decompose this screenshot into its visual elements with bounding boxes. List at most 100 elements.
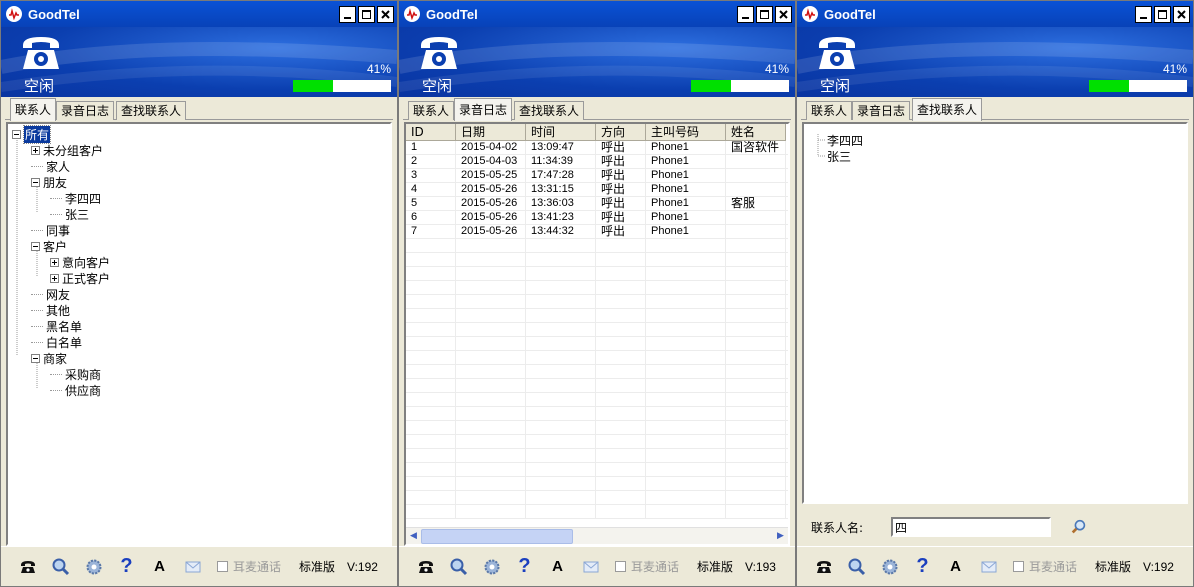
- dial-phone-icon[interactable]: [409, 555, 442, 579]
- table-row[interactable]: 3 2015-05-25 17:47:28 呼出 Phone1: [406, 169, 788, 183]
- expand-toggle-icon[interactable]: [50, 257, 59, 267]
- tree-node-label[interactable]: 商家: [43, 350, 67, 367]
- search-button-icon[interactable]: [1069, 517, 1089, 537]
- tree-node-label[interactable]: 李四四: [65, 190, 101, 207]
- tab-contacts[interactable]: 联系人: [10, 98, 57, 121]
- tree-node-label[interactable]: 供应商: [65, 382, 101, 399]
- column-header[interactable]: 时间: [526, 124, 596, 140]
- settings-gear-icon[interactable]: [873, 555, 906, 579]
- scrollbar-thumb[interactable]: [421, 529, 573, 544]
- tree-node[interactable]: 意向客户: [50, 254, 110, 270]
- column-header[interactable]: 姓名: [726, 124, 786, 140]
- tree-node[interactable]: 正式客户: [50, 270, 110, 286]
- collapse-toggle-icon[interactable]: [31, 177, 40, 187]
- tree-node[interactable]: 采购商: [50, 366, 101, 382]
- minimize-button[interactable]: [339, 5, 356, 23]
- table-row[interactable]: 2 2015-04-03 11:34:39 呼出 Phone1: [406, 155, 788, 169]
- font-icon[interactable]: A: [143, 555, 176, 579]
- tree-node[interactable]: 商家: [31, 350, 67, 366]
- search-result-item[interactable]: 张三: [827, 148, 851, 164]
- settings-gear-icon[interactable]: [475, 555, 508, 579]
- tab-find-contact[interactable]: 查找联系人: [116, 101, 187, 120]
- checkbox-box[interactable]: [217, 561, 228, 572]
- headset-call-checkbox[interactable]: 耳麦通话: [615, 558, 679, 575]
- font-icon[interactable]: A: [939, 555, 972, 579]
- scroll-right-icon[interactable]: ▶: [774, 530, 787, 543]
- table-row[interactable]: 7 2015-05-26 13:44:32 呼出 Phone1: [406, 225, 788, 239]
- search-icon[interactable]: [442, 555, 475, 579]
- maximize-button[interactable]: [756, 5, 773, 23]
- tree-node[interactable]: 同事: [31, 222, 70, 238]
- scroll-left-icon[interactable]: ◀: [407, 530, 420, 543]
- checkbox-box[interactable]: [1013, 561, 1024, 572]
- tree-node[interactable]: 张三: [50, 206, 89, 222]
- column-header[interactable]: ID: [406, 124, 456, 140]
- help-icon[interactable]: ?: [110, 555, 143, 579]
- tree-node[interactable]: 其他: [31, 302, 70, 318]
- collapse-toggle-icon[interactable]: [31, 353, 40, 363]
- contact-name-input[interactable]: [891, 517, 1051, 537]
- checkbox-box[interactable]: [615, 561, 626, 572]
- tree-node[interactable]: 客户: [31, 238, 67, 254]
- tree-node-label[interactable]: 客户: [43, 238, 67, 255]
- collapse-toggle-icon[interactable]: [31, 241, 40, 251]
- search-result-item[interactable]: 李四四: [827, 132, 863, 148]
- column-header[interactable]: 日期: [456, 124, 526, 140]
- search-icon[interactable]: [840, 555, 873, 579]
- headset-call-checkbox[interactable]: 耳麦通话: [1013, 558, 1077, 575]
- tab-call-log[interactable]: 录音日志: [852, 101, 911, 120]
- tab-find-contact[interactable]: 查找联系人: [912, 98, 983, 121]
- tree-node-label[interactable]: 其他: [46, 302, 70, 319]
- close-button[interactable]: [1173, 5, 1190, 23]
- tab-contacts[interactable]: 联系人: [408, 101, 455, 120]
- tree-node[interactable]: 白名单: [31, 334, 82, 350]
- tree-node[interactable]: 所有: [12, 124, 52, 144]
- horizontal-scrollbar[interactable]: ◀ ▶: [406, 527, 788, 544]
- table-row[interactable]: 5 2015-05-26 13:36:03 呼出 Phone1 客服: [406, 197, 788, 211]
- tab-find-contact[interactable]: 查找联系人: [514, 101, 585, 120]
- expand-toggle-icon[interactable]: [31, 145, 40, 155]
- expand-toggle-icon[interactable]: [50, 273, 59, 283]
- close-button[interactable]: [775, 5, 792, 23]
- column-header[interactable]: 方向: [596, 124, 646, 140]
- call-log-grid[interactable]: ID 日期 时间 方向 主叫号码 姓名 1 2015-04-02 13:09:47 呼出 Phone…: [404, 122, 790, 546]
- table-row[interactable]: 4 2015-05-26 13:31:15 呼出 Phone1: [406, 183, 788, 197]
- mail-icon[interactable]: [176, 555, 209, 579]
- tree-node-label[interactable]: 家人: [46, 158, 70, 175]
- tab-call-log[interactable]: 录音日志: [454, 98, 513, 121]
- tree-node[interactable]: 黑名单: [31, 318, 82, 334]
- dial-phone-icon[interactable]: [11, 555, 44, 579]
- contacts-tree[interactable]: 所有 未分组客户 家人 朋友 李四四 张三 同事 客户 意向客户 正式客户 网友 其他 黑名单 白名单 商家…: [6, 122, 392, 546]
- tree-node-label[interactable]: 同事: [46, 222, 70, 239]
- collapse-toggle-icon[interactable]: [12, 129, 21, 139]
- help-icon[interactable]: ?: [906, 555, 939, 579]
- tree-node-label[interactable]: 黑名单: [46, 318, 82, 335]
- tree-node[interactable]: 供应商: [50, 382, 101, 398]
- settings-gear-icon[interactable]: [77, 555, 110, 579]
- tree-node-label[interactable]: 白名单: [46, 334, 82, 351]
- tree-node-label[interactable]: 网友: [46, 286, 70, 303]
- tree-node[interactable]: 李四四: [50, 190, 101, 206]
- maximize-button[interactable]: [1154, 5, 1171, 23]
- tree-node-label[interactable]: 张三: [65, 206, 89, 223]
- tree-node-label[interactable]: 正式客户: [62, 270, 110, 287]
- tree-node[interactable]: 朋友: [31, 174, 67, 190]
- table-row[interactable]: 6 2015-05-26 13:41:23 呼出 Phone1: [406, 211, 788, 225]
- tree-node-label[interactable]: 未分组客户: [43, 142, 103, 159]
- search-icon[interactable]: [44, 555, 77, 579]
- dial-phone-icon[interactable]: [807, 555, 840, 579]
- tab-contacts[interactable]: 联系人: [806, 101, 853, 120]
- mail-icon[interactable]: [574, 555, 607, 579]
- maximize-button[interactable]: [358, 5, 375, 23]
- tree-node-label[interactable]: 采购商: [65, 366, 101, 383]
- tree-node-label[interactable]: 朋友: [43, 174, 67, 191]
- tab-call-log[interactable]: 录音日志: [56, 101, 115, 120]
- headset-call-checkbox[interactable]: 耳麦通话: [217, 558, 281, 575]
- tree-node-label[interactable]: 所有: [22, 124, 52, 144]
- search-results-tree[interactable]: 李四四 张三: [802, 122, 1188, 504]
- tree-node-label[interactable]: 意向客户: [62, 254, 110, 271]
- help-icon[interactable]: ?: [508, 555, 541, 579]
- close-button[interactable]: [377, 5, 394, 23]
- tree-node[interactable]: 未分组客户: [31, 142, 103, 158]
- column-header[interactable]: 主叫号码: [646, 124, 726, 140]
